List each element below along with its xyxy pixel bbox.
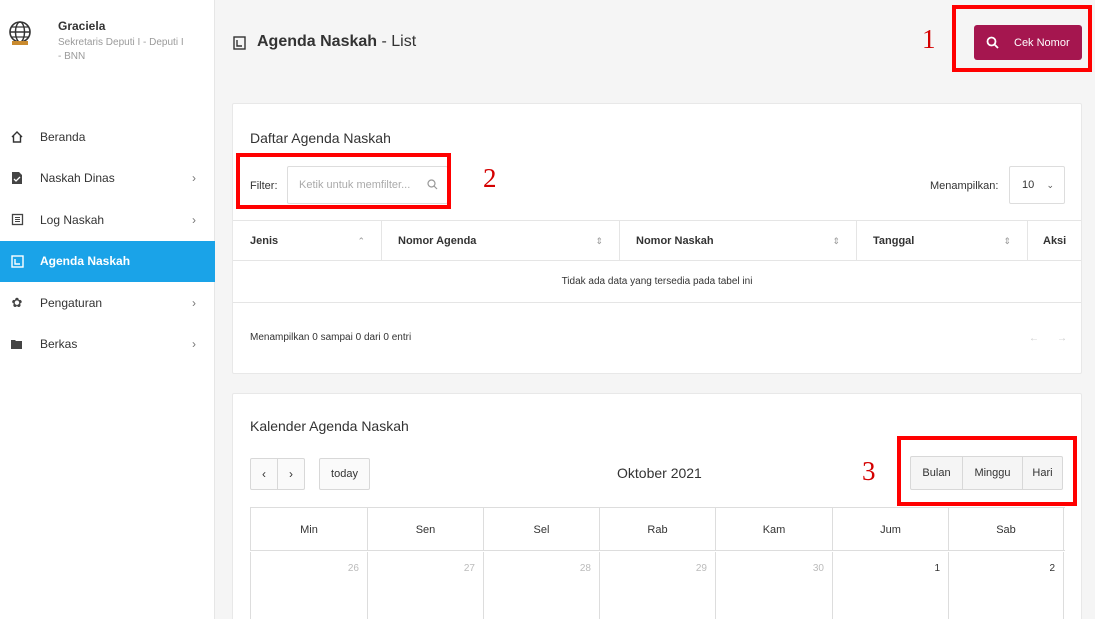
sidebar-item-berkas[interactable]: Berkas › [0, 324, 215, 366]
sidebar-item-pengaturan[interactable]: ✿ Pengaturan › [0, 282, 215, 324]
weekday-header: Sab [948, 508, 1064, 551]
log-icon [10, 213, 24, 227]
document-icon [10, 171, 24, 185]
sort-icon: ⇕ [1003, 235, 1011, 246]
sidebar-item-label: Berkas [40, 337, 78, 352]
chevron-right-icon: › [289, 467, 293, 481]
weekday-header: Min [250, 508, 367, 551]
annotation-marker-1: 1 [922, 24, 936, 54]
calendar-day-cell[interactable]: 1 [832, 552, 948, 619]
calendar-month-title: Oktober 2021 [617, 465, 702, 481]
show-entries-value: 10 [1022, 179, 1035, 191]
column-header-nomor-naskah[interactable]: Nomor Naskah ⇕ [620, 221, 857, 261]
column-label: Nomor Naskah [636, 235, 714, 247]
sidebar: Graciela Sekretaris Deputi I - Deputi I … [0, 0, 215, 619]
day-number: 29 [695, 563, 707, 574]
column-header-jenis[interactable]: Jenis ⌃ [233, 221, 382, 261]
day-number: 2 [1049, 563, 1055, 574]
page-title: Agenda Naskah - List [257, 33, 416, 51]
sidebar-item-label: Beranda [40, 129, 86, 144]
sidebar-menu: Beranda Naskah Dinas › Log Naskah › Agen… [0, 116, 215, 365]
calendar-grid: Min Sen Sel Rab Kam Jum Sab 26 27 28 29 … [250, 507, 1065, 619]
chevron-down-icon: ⌄ [1046, 179, 1054, 190]
chevron-right-icon: › [192, 212, 196, 227]
home-icon [10, 130, 24, 144]
calendar-day-cell[interactable]: 29 [599, 552, 715, 619]
day-number: 30 [812, 563, 824, 574]
calendar-prev-button[interactable]: ‹ [250, 458, 278, 490]
sidebar-item-label: Naskah Dinas [40, 171, 115, 186]
page-title-bold: Agenda Naskah [257, 33, 378, 50]
weekday-header: Sen [367, 508, 483, 551]
day-number: 1 [934, 563, 940, 574]
today-button[interactable]: today [319, 458, 370, 490]
calendar-next-button[interactable]: › [278, 458, 305, 490]
agenda-calendar-card: Kalender Agenda Naskah ‹ › today Oktober… [232, 393, 1082, 619]
calendar-day-cell[interactable]: 28 [483, 552, 599, 619]
column-label: Tanggal [873, 235, 915, 247]
calendar-weekday-row: Min Sen Sel Rab Kam Jum Sab [250, 508, 1065, 551]
chevron-right-icon: › [192, 295, 196, 310]
sidebar-item-agenda-naskah[interactable]: Agenda Naskah [0, 240, 215, 282]
list-card-title: Daftar Agenda Naskah [250, 130, 391, 146]
day-number: 28 [579, 563, 591, 574]
sidebar-item-label: Log Naskah [40, 212, 105, 227]
annotation-marker-3: 3 [862, 456, 876, 486]
agenda-list-card: Daftar Agenda Naskah Filter: Menampilkan… [232, 103, 1082, 374]
user-profile: Graciela Sekretaris Deputi I - Deputi I … [0, 0, 215, 80]
gear-icon: ✿ [11, 294, 23, 310]
sidebar-item-log-naskah[interactable]: Log Naskah › [0, 199, 215, 241]
chevron-right-icon: › [192, 171, 196, 186]
weekday-header: Rab [599, 508, 715, 551]
folder-icon [10, 337, 24, 351]
column-header-nomor-agenda[interactable]: Nomor Agenda ⇕ [382, 221, 620, 261]
calendar-day-cell[interactable]: 26 [250, 552, 367, 619]
sidebar-item-naskah-dinas[interactable]: Naskah Dinas › [0, 158, 215, 200]
day-number: 26 [347, 563, 359, 574]
prev-page-button[interactable]: ← [1029, 333, 1039, 344]
column-header-tanggal[interactable]: Tanggal ⇕ [857, 221, 1028, 261]
weekday-header: Jum [832, 508, 948, 551]
sidebar-item-label: Pengaturan [40, 295, 103, 310]
column-label: Jenis [250, 235, 279, 247]
annotation-marker-2: 2 [483, 163, 497, 193]
annotation-box-2 [236, 153, 451, 209]
calendar-day-cell[interactable]: 27 [367, 552, 483, 619]
user-name: Graciela [58, 19, 106, 33]
table-header: Jenis ⌃ Nomor Agenda ⇕ Nomor Naskah ⇕ Ta… [233, 220, 1081, 261]
annotation-box-1 [952, 5, 1092, 72]
sort-asc-icon: ⌃ [357, 235, 365, 246]
sidebar-item-label: Agenda Naskah [40, 254, 131, 269]
agenda-icon [10, 254, 24, 268]
calendar-day-cell[interactable]: 30 [715, 552, 832, 619]
column-label: Aksi [1043, 235, 1067, 247]
globe-logo-icon [9, 21, 31, 45]
pagination: ← → [1011, 333, 1067, 344]
calendar-nav-group: ‹ › [250, 458, 305, 490]
table-info: Menampilkan 0 sampai 0 dari 0 entri [250, 332, 412, 343]
calendar-card-title: Kalender Agenda Naskah [250, 418, 409, 434]
empty-table-message: Tidak ada data yang tersedia pada tabel … [233, 261, 1081, 303]
sidebar-item-beranda[interactable]: Beranda [0, 116, 215, 158]
chevron-left-icon: ‹ [262, 467, 266, 481]
user-role: Sekretaris Deputi I - Deputi I - BNN [58, 37, 184, 62]
day-number: 27 [463, 563, 475, 574]
sort-icon: ⇕ [595, 235, 603, 246]
chevron-right-icon: › [192, 337, 196, 352]
sort-icon: ⇕ [832, 235, 840, 246]
calendar-day-cell[interactable]: 2 [948, 552, 1064, 619]
next-page-button[interactable]: → [1057, 333, 1067, 344]
show-entries-select[interactable]: 10 ⌄ [1009, 166, 1065, 204]
show-entries-label: Menampilkan: [930, 180, 999, 192]
weekday-header: Sel [483, 508, 599, 551]
page-title-suffix: - List [377, 33, 417, 50]
column-header-aksi: Aksi [1028, 221, 1081, 261]
column-label: Nomor Agenda [398, 235, 477, 247]
weekday-header: Kam [715, 508, 832, 551]
annotation-box-3 [897, 436, 1077, 506]
agenda-icon [233, 36, 246, 50]
